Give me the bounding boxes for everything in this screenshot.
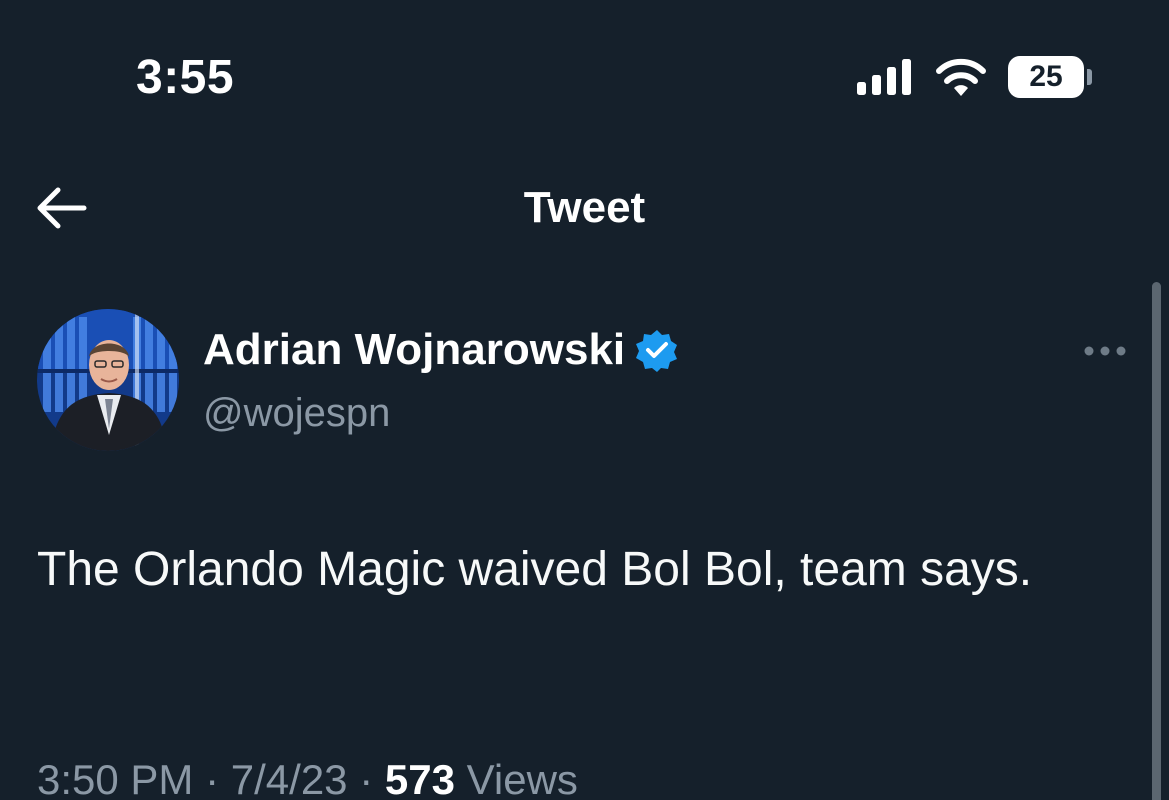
scrollbar[interactable] — [1152, 282, 1161, 800]
battery-cap — [1087, 69, 1092, 85]
wifi-icon — [936, 58, 986, 96]
tweet-meta: 3:50 PM · 7/4/23 · 573 Views — [37, 752, 578, 800]
signal-icon — [857, 59, 911, 95]
meta-separator: · — [205, 756, 220, 800]
meta-separator: · — [359, 756, 374, 800]
views-count[interactable]: 573 — [385, 756, 455, 800]
status-bar: 3:55 25 — [0, 0, 1169, 150]
author-handle[interactable]: @wojespn — [203, 388, 390, 438]
status-time: 3:55 — [136, 51, 235, 104]
tweet-text: The Orlando Magic waived Bol Bol, team s… — [37, 543, 1033, 596]
verified-badge-icon — [636, 330, 678, 372]
author-name[interactable]: Adrian Wojnarowski — [203, 322, 625, 378]
page-title: Tweet — [523, 183, 646, 232]
nav-bar: Tweet — [0, 160, 1169, 260]
avatar[interactable] — [37, 309, 179, 451]
views-label[interactable]: Views — [467, 756, 578, 800]
battery-level: 25 — [1029, 60, 1063, 93]
battery-icon: 25 — [1008, 56, 1086, 98]
tweet-date: 7/4/23 — [230, 756, 348, 800]
tweet-time: 3:50 PM — [37, 756, 194, 800]
author-name-row: Adrian Wojnarowski — [203, 322, 679, 378]
ellipsis-icon[interactable] — [1080, 336, 1130, 366]
